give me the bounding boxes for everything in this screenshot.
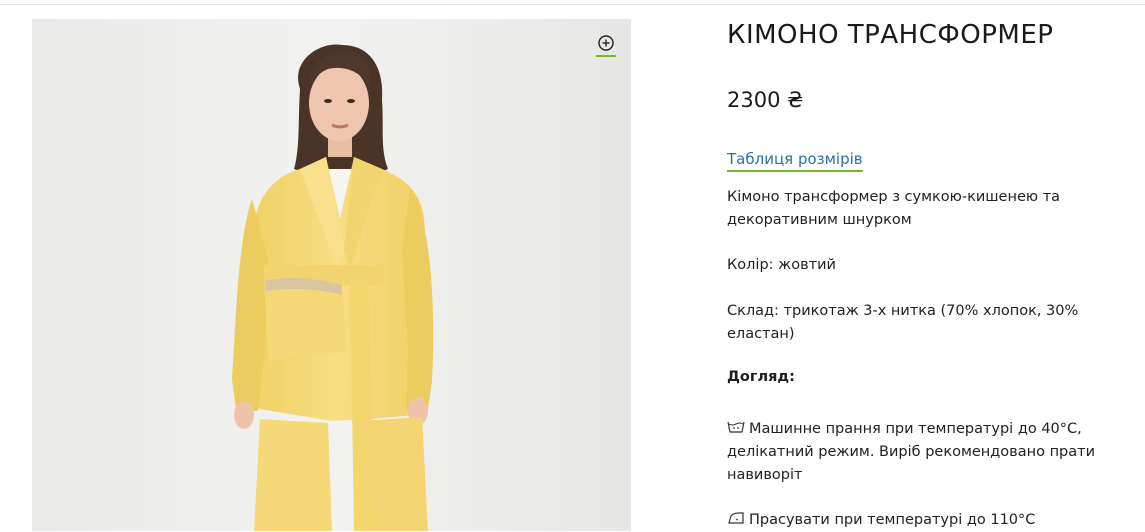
product-title: КІМОНО ТРАНСФОРМЕР	[727, 20, 1054, 50]
product-description: Кімоно трансформер з сумкою-кишенею та д…	[727, 189, 1061, 228]
product-color: Колір: жовтий	[727, 257, 836, 273]
washing-icon	[727, 421, 745, 433]
product-composition: Склад: трикотаж 3-х нитка (70% хлопок, 3…	[727, 303, 1079, 342]
zoom-in-icon	[598, 35, 614, 51]
product-image-gallery[interactable]	[32, 19, 631, 531]
iron-icon	[728, 512, 744, 524]
care-item-ironing: Прасувати при температурі до 110°C	[727, 509, 1107, 532]
product-photo	[32, 19, 631, 531]
care-item-washing-text: Машинне прання при температурі до 40°C, …	[727, 421, 1096, 483]
care-title: Догляд:	[727, 369, 795, 385]
zoom-button[interactable]	[594, 33, 618, 57]
zoom-underline	[596, 55, 616, 57]
care-item-washing: Машинне прання при температурі до 40°C, …	[727, 418, 1107, 487]
size-table-link[interactable]: Таблиця розмірів	[727, 150, 863, 172]
product-price: 2300 ₴	[727, 88, 804, 112]
top-divider	[0, 4, 1145, 5]
care-item-ironing-text: Прасувати при температурі до 110°C	[749, 512, 1036, 528]
